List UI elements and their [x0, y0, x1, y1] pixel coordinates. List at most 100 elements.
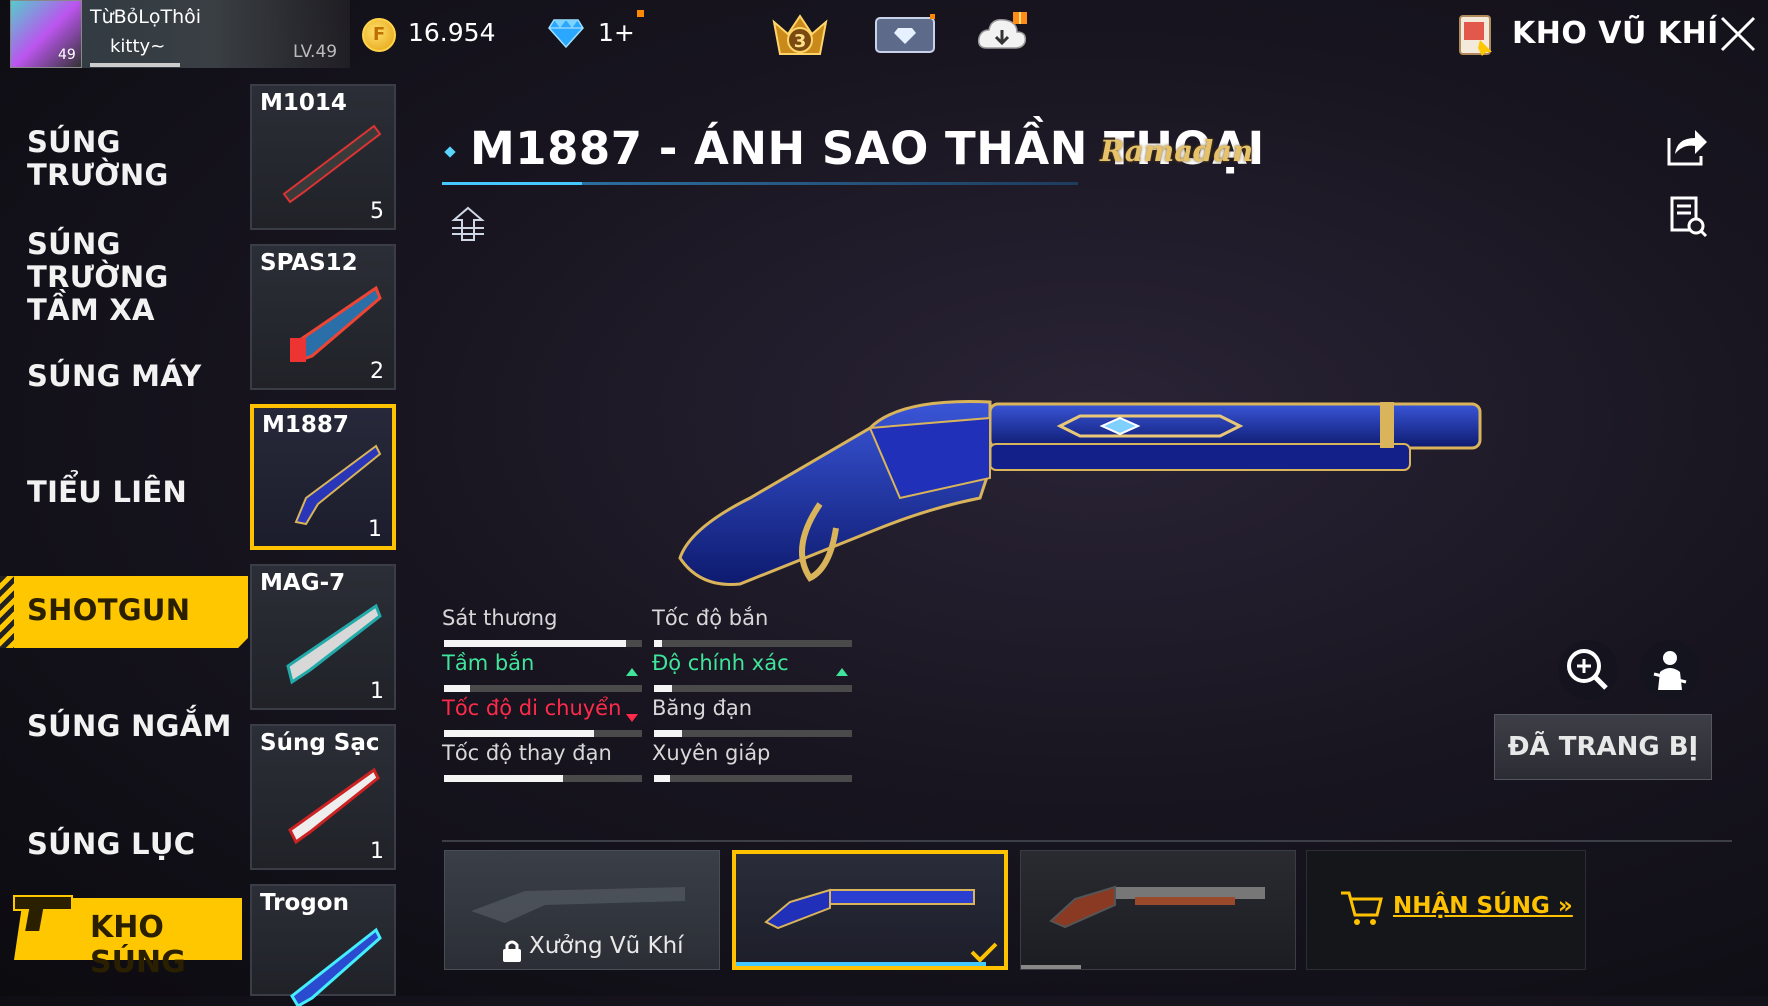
- diamond-icon: [548, 19, 584, 48]
- workshop-label: Xưởng Vũ Khí: [529, 933, 684, 959]
- get-gun-slot[interactable]: NHẬN SÚNG »: [1306, 850, 1586, 970]
- stat-label: Băng đạn: [652, 696, 753, 720]
- stat-down-icon: [626, 714, 638, 722]
- divider: [442, 840, 1732, 842]
- weapon-card-trogon[interactable]: Trogon: [250, 884, 396, 1006]
- weapon-workshop-slot[interactable]: Xưởng Vũ Khí: [444, 850, 720, 970]
- xp-bar: [90, 63, 180, 67]
- stat-bar: [654, 685, 852, 692]
- share-icon[interactable]: [1665, 126, 1709, 168]
- shopping-cart-icon: [1341, 891, 1383, 925]
- shotgun-skin-display[interactable]: [660, 388, 1510, 618]
- menu-item-shotgun[interactable]: SHOTGUN: [0, 594, 248, 627]
- armory-button[interactable]: KHO SÚNG: [0, 880, 244, 980]
- shotgun-thumbnail-icon: [282, 124, 382, 204]
- stat-bar: [444, 685, 642, 692]
- cloud-gift-icon[interactable]: [975, 10, 1031, 60]
- stat-fill: [444, 775, 563, 782]
- skin-progress: [1021, 965, 1081, 969]
- page-title: KHO VŨ KHÍ: [1512, 16, 1719, 51]
- skin-slot-selected[interactable]: [732, 850, 1008, 970]
- weapon-count: 1: [370, 839, 384, 864]
- zoom-button[interactable]: [1558, 640, 1618, 700]
- skin-thumbnail-icon: [764, 888, 975, 930]
- stat-fill: [444, 640, 627, 647]
- weapon-name: MAG-7: [260, 570, 346, 596]
- details-icon[interactable]: [1668, 196, 1708, 238]
- event-tag-logo: Ramadan: [1100, 134, 1254, 168]
- weapon-count: 5: [370, 199, 384, 224]
- shotgun-thumbnail-icon: [286, 603, 382, 685]
- rank-badge-number: 3: [794, 31, 807, 52]
- stat-bar: [654, 640, 852, 647]
- weapon-name: M1887: [262, 412, 349, 438]
- stat-bar: [444, 640, 642, 647]
- stat-bar: [654, 730, 852, 737]
- shotgun-thumbnail-icon: [288, 767, 380, 845]
- menu-item-machine-gun[interactable]: SÚNG MÁY: [0, 360, 248, 393]
- character-icon: [1653, 651, 1687, 690]
- player-name: TừBỏLọThôi: [90, 6, 202, 28]
- stat-bar: [654, 775, 852, 782]
- shotgun-thumbnail-icon: [290, 285, 382, 362]
- stat-label: Tốc độ di chuyển: [442, 696, 622, 720]
- pistol-icon: [13, 895, 73, 933]
- player-subtitle: kitty~: [110, 36, 166, 57]
- weapon-name: Súng Sạc: [260, 730, 380, 756]
- menu-item-pistol[interactable]: SÚNG LỤC: [0, 828, 248, 861]
- stat-label: Xuyên giáp: [652, 741, 771, 765]
- weapon-card-m1014[interactable]: M1014 5: [250, 84, 396, 230]
- title-bullet: [444, 146, 456, 158]
- skin-progress: [736, 962, 986, 966]
- locked-gun-silhouette-icon: [471, 887, 685, 923]
- weapon-name: M1014: [260, 90, 347, 116]
- diamond-amount[interactable]: 1+: [598, 18, 635, 47]
- stat-up-icon: [836, 668, 848, 676]
- stat-fill: [654, 685, 672, 692]
- weapon-name: Trogon: [260, 890, 349, 916]
- title-underline: [442, 182, 1078, 185]
- shotgun-thumbnail-icon: [290, 927, 382, 1006]
- stat-fill: [654, 730, 682, 737]
- stat-fill: [444, 685, 470, 692]
- character-preview-button[interactable]: [1640, 640, 1700, 700]
- stat-label: Tầm bắn: [442, 651, 535, 675]
- weapon-card-m1887[interactable]: M1887 1: [250, 404, 396, 550]
- stat-label: Tốc độ bắn: [652, 606, 769, 630]
- avatar-level: 49: [58, 47, 76, 63]
- stat-fill: [654, 640, 662, 647]
- gold-coin-icon: F: [362, 18, 396, 52]
- lock-icon: [503, 940, 521, 962]
- player-panel[interactable]: 49 TừBỏLọThôi kitty~ LV.49: [10, 0, 350, 68]
- gold-amount: 16.954: [408, 18, 496, 47]
- armory-label: KHO SÚNG: [90, 910, 186, 980]
- stat-fill: [444, 730, 595, 737]
- player-level: LV.49: [293, 42, 338, 62]
- skin-slot-default[interactable]: [1020, 850, 1296, 970]
- equipped-button[interactable]: ĐÃ TRANG BỊ: [1494, 714, 1712, 780]
- zoom-in-icon: [1567, 649, 1608, 690]
- shotgun-thumbnail-icon: [294, 444, 382, 526]
- close-icon[interactable]: [1716, 12, 1760, 56]
- weapon-name: SPAS12: [260, 250, 358, 276]
- get-gun-link[interactable]: NHẬN SÚNG »: [1393, 893, 1573, 919]
- weapon-card-spas12[interactable]: SPAS12 2: [250, 244, 396, 390]
- menu-item-sniper[interactable]: SÚNG NGẮM: [0, 710, 248, 743]
- rank-badge-icon[interactable]: 3: [770, 10, 830, 62]
- armory-book-icon: [1459, 15, 1492, 56]
- stat-bar: [444, 775, 642, 782]
- membership-card-icon[interactable]: [874, 14, 936, 54]
- menu-item-marksman-rifle[interactable]: SÚNG TRƯỜNG TẦM XA: [0, 228, 230, 327]
- menu-item-rifle[interactable]: SÚNG TRƯỜNG: [0, 126, 248, 192]
- stat-up-icon: [626, 668, 638, 676]
- stat-label: Độ chính xác: [652, 651, 789, 675]
- menu-item-smg[interactable]: TIỂU LIÊN: [0, 476, 248, 509]
- stat-bar: [444, 730, 642, 737]
- weapon-card-charge-buster[interactable]: Súng Sạc 1: [250, 724, 396, 870]
- checkmark-icon: [970, 942, 998, 962]
- weapon-card-mag7[interactable]: MAG-7 1: [250, 564, 396, 710]
- weapon-count: 2: [370, 359, 384, 384]
- skin-thumbnail-icon: [1049, 885, 1265, 929]
- stat-label: Tốc độ thay đạn: [442, 741, 612, 765]
- upgrade-icon[interactable]: [450, 206, 486, 242]
